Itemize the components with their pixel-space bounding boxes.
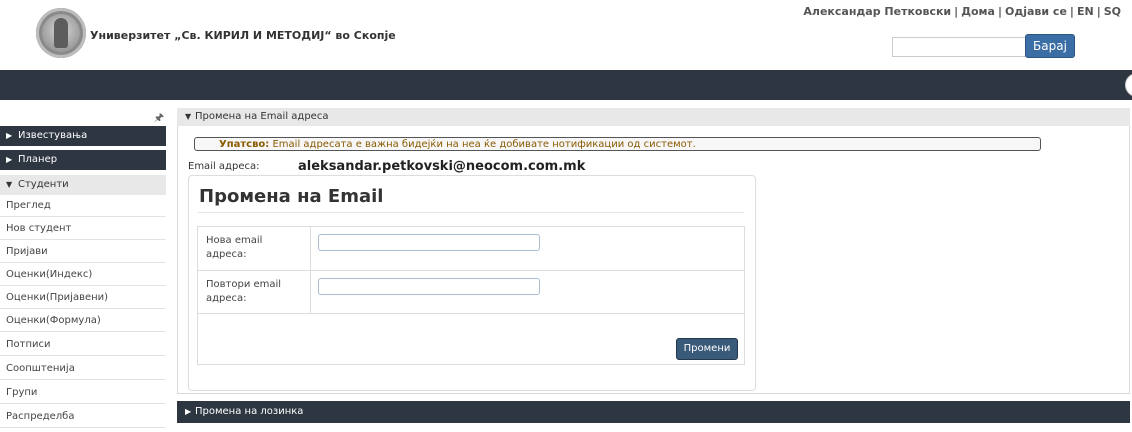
logout-link[interactable]: Одјави се — [1005, 5, 1067, 18]
current-email-label: Email адреса: — [188, 161, 260, 172]
form-title: Промена на Email — [199, 186, 384, 207]
sidebar-section-students[interactable]: ▼ Студенти — [0, 175, 166, 195]
sidebar-section-notifications[interactable]: ▶ Известувања — [0, 126, 166, 146]
form-fields-table: Нова email адреса: Повтори email адреса: — [197, 226, 745, 365]
caret-right-icon: ▶ — [6, 155, 13, 164]
user-name-link[interactable]: Александар Петковски — [803, 5, 951, 18]
new-email-label: Нова email адреса: — [206, 235, 263, 260]
divider — [198, 212, 744, 213]
page-header: Универзитет „Св. КИРИЛ И МЕТОДИЈ“ во Ско… — [0, 0, 1132, 70]
sidebar-section-label: Планер — [18, 154, 58, 165]
top-links: Александар Петковски | Дома | Одјави се | EN | S… — [803, 5, 1121, 18]
change-email-button[interactable]: Промени — [676, 338, 738, 360]
sidebar-item-grades-index[interactable]: Оценки(Индекс) — [0, 264, 166, 286]
sidebar: 🖈 ▶ Известувања ▶ Планер ▼ Студенти Преглед… — [0, 106, 166, 432]
sidebar-item-grades-applied[interactable]: Оценки(Пријавени) — [0, 287, 166, 309]
search-button[interactable]: Барај — [1025, 34, 1075, 58]
sidebar-item-new-student[interactable]: Нов студент — [0, 218, 166, 240]
new-email-input[interactable] — [318, 234, 540, 251]
sidebar-item-announcements[interactable]: Соопштенија — [0, 358, 166, 380]
university-logo[interactable] — [36, 8, 86, 58]
sidebar-section-label: Известувања — [18, 130, 88, 141]
notice-label: Упатсво: — [219, 139, 270, 150]
password-panel-title: Промена на лозинка — [195, 406, 304, 417]
notice-box: Упатсво: Email адресата е важна бидејќи … — [194, 137, 1041, 151]
caret-right-icon: ▶ — [185, 407, 192, 416]
caret-down-icon: ▼ — [6, 180, 13, 189]
divider — [198, 313, 744, 314]
password-panel-header[interactable]: ▶ Промена на лозинка — [177, 401, 1130, 423]
email-panel-header[interactable]: ▼ Промена на Email адреса — [177, 108, 1130, 126]
repeat-email-label: Повтори email адреса: — [206, 279, 282, 304]
home-link[interactable]: Дома — [961, 5, 995, 18]
sidebar-item-applications[interactable]: Пријави — [0, 241, 166, 263]
repeat-email-input[interactable] — [318, 278, 540, 295]
current-email-value: aleksandar.petkovski@neocom.com.mk — [298, 159, 586, 174]
sidebar-section-label: Студенти — [18, 179, 69, 190]
caret-down-icon: ▼ — [185, 112, 192, 121]
sidebar-item-distribution[interactable]: Распределба — [0, 406, 166, 428]
caret-right-icon: ▶ — [6, 131, 13, 140]
university-name: Универзитет „Св. КИРИЛ И МЕТОДИЈ“ во Ско… — [90, 29, 396, 42]
sidebar-section-planner[interactable]: ▶ Планер — [0, 150, 166, 170]
lang-sq-link[interactable]: SQ — [1104, 5, 1121, 18]
main-navbar — [0, 70, 1132, 100]
notice-text: Email адресата е важна бидејќи на неа ќе… — [272, 139, 696, 150]
email-panel-title: Промена на Email адреса — [195, 111, 329, 122]
sidebar-item-grades-formula[interactable]: Оценки(Формула) — [0, 310, 166, 332]
lang-en-link[interactable]: EN — [1077, 5, 1094, 18]
sidebar-item-groups[interactable]: Групи — [0, 382, 166, 404]
sidebar-item-overview[interactable]: Преглед — [0, 195, 166, 217]
divider — [198, 270, 744, 271]
search-input[interactable] — [892, 37, 1028, 57]
sidebar-item-signatures[interactable]: Потписи — [0, 334, 166, 356]
